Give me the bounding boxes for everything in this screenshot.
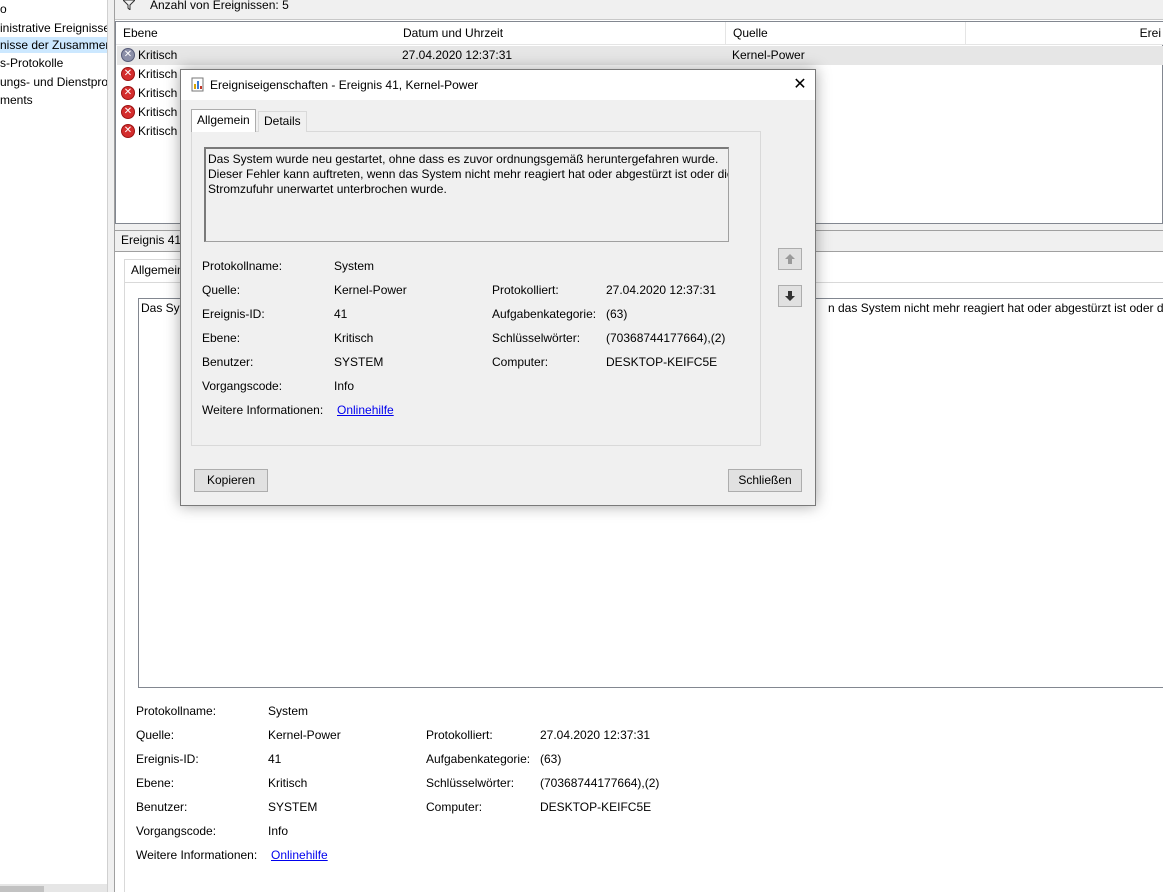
- column-header-event-id[interactable]: Erei: [966, 22, 1163, 45]
- keywords-value: (70368744177664),(2): [540, 776, 660, 790]
- previous-event-button[interactable]: [778, 248, 802, 270]
- computer-label: Computer:: [426, 800, 483, 814]
- tab-details[interactable]: Details: [258, 111, 307, 132]
- column-header-source[interactable]: Quelle: [726, 22, 966, 45]
- logged-label: Protokolliert:: [426, 728, 493, 742]
- navigation-tree: o inistrative Ereignisse nisse der Zusam…: [0, 0, 109, 892]
- pane-splitter[interactable]: [107, 0, 115, 892]
- user-value: SYSTEM: [334, 355, 384, 369]
- table-row[interactable]: ✕ Kritisch 27.04.2020 12:37:31 Kernel-Po…: [117, 46, 1163, 65]
- log-name-label: Protokollname:: [136, 704, 217, 718]
- tree-item-summary-events[interactable]: nisse der Zusammen: [0, 37, 109, 53]
- event-id-label: Ereignis-ID:: [136, 752, 199, 766]
- keywords-label: Schlüsselwörter:: [492, 331, 581, 345]
- online-help-link[interactable]: Onlinehilfe: [337, 402, 394, 418]
- error-circle-icon: ✕: [121, 67, 135, 81]
- source-label: Quelle:: [202, 283, 241, 297]
- tab-general[interactable]: Allgemein: [191, 109, 256, 132]
- dialog-title: Ereigniseigenschaften - Ereignis 41, Ker…: [210, 78, 479, 92]
- logged-label: Protokolliert:: [492, 283, 559, 297]
- more-info-label: Weitere Informationen:: [136, 848, 258, 862]
- close-button[interactable]: Schließen: [728, 469, 802, 492]
- row-level: Kritisch: [138, 124, 178, 138]
- opcode-label: Vorgangscode:: [202, 379, 283, 393]
- event-id-label: Ereignis-ID:: [202, 307, 265, 321]
- logged-value: 27.04.2020 12:37:31: [540, 728, 651, 742]
- logged-value: 27.04.2020 12:37:31: [606, 283, 717, 297]
- error-circle-icon: ✕: [121, 124, 135, 138]
- log-name-label: Protokollname:: [202, 259, 283, 273]
- opcode-value: Info: [334, 379, 355, 393]
- row-level: Kritisch: [138, 67, 178, 81]
- online-help-link[interactable]: Onlinehilfe: [271, 847, 328, 863]
- task-category-value: (63): [606, 307, 628, 321]
- row-level: Kritisch: [138, 86, 178, 100]
- error-circle-icon: ✕: [121, 105, 135, 119]
- log-name-value: System: [334, 259, 375, 273]
- source-value: Kernel-Power: [268, 728, 341, 742]
- level-label: Ebene:: [136, 776, 175, 790]
- description-line: Dieser Fehler kann auftreten, wenn das S…: [208, 167, 729, 181]
- row-level: Kritisch: [138, 48, 178, 62]
- description-line: Das System wurde neu gestartet, ohne das…: [208, 152, 719, 166]
- tree-item[interactable]: o: [0, 1, 7, 17]
- source-label: Quelle:: [136, 728, 175, 742]
- column-header-level[interactable]: Ebene: [116, 22, 397, 45]
- opcode-value: Info: [268, 824, 289, 838]
- level-value: Kritisch: [268, 776, 308, 790]
- column-header-datetime[interactable]: Datum und Uhrzeit: [396, 22, 726, 45]
- more-info-label: Weitere Informationen:: [202, 403, 324, 417]
- tree-item-documents[interactable]: ments: [0, 92, 33, 108]
- computer-value: DESKTOP-KEIFC5E: [540, 800, 652, 814]
- filter-icon: [123, 0, 135, 10]
- user-value: SYSTEM: [268, 800, 318, 814]
- event-count: Anzahl von Ereignissen: 5: [150, 0, 289, 12]
- row-datetime: 27.04.2020 12:37:31: [402, 48, 513, 62]
- event-id-value: 41: [268, 752, 282, 766]
- task-category-value: (63): [540, 752, 562, 766]
- detail-title: Ereignis 41,: [121, 233, 185, 247]
- keywords-label: Schlüsselwörter:: [426, 776, 515, 790]
- log-name-value: System: [268, 704, 309, 718]
- task-category-label: Aufgabenkategorie:: [492, 307, 597, 321]
- keywords-value: (70368744177664),(2): [606, 331, 726, 345]
- tab-general-bottom[interactable]: Allgemein: [124, 259, 184, 282]
- task-category-label: Aufgabenkategorie:: [426, 752, 531, 766]
- event-description-box[interactable]: Das System wurde neu gestartet, ohne das…: [204, 147, 729, 242]
- row-level: Kritisch: [138, 105, 178, 119]
- level-value: Kritisch: [334, 331, 374, 345]
- event-properties-icon: [191, 77, 204, 92]
- user-label: Benutzer:: [202, 355, 254, 369]
- description-line: Stromzufuhr unerwartet unterbrochen wurd…: [208, 182, 447, 196]
- copy-button[interactable]: Kopieren: [194, 469, 268, 492]
- detail-description-start: Das Sys: [141, 301, 186, 315]
- tree-item-admin-events[interactable]: inistrative Ereignisse: [0, 20, 109, 36]
- row-source: Kernel-Power: [732, 48, 805, 62]
- arrow-down-icon: [785, 291, 795, 301]
- next-event-button[interactable]: [778, 285, 802, 307]
- event-id-value: 41: [334, 307, 348, 321]
- close-icon[interactable]: ✕: [784, 72, 816, 98]
- tree-scrollbar-thumb[interactable]: [0, 886, 44, 892]
- computer-label: Computer:: [492, 355, 549, 369]
- computer-value: DESKTOP-KEIFC5E: [606, 355, 718, 369]
- level-label: Ebene:: [202, 331, 241, 345]
- opcode-label: Vorgangscode:: [136, 824, 217, 838]
- error-circle-icon: ✕: [121, 86, 135, 100]
- column-header-event-id-label: Erei: [1139, 26, 1161, 40]
- source-value: Kernel-Power: [334, 283, 407, 297]
- arrow-up-icon: [785, 254, 795, 264]
- tree-item-logs[interactable]: s-Protokolle: [0, 55, 63, 71]
- tree-item-app-service-logs[interactable]: ungs- und Dienstpro: [0, 74, 108, 90]
- user-label: Benutzer:: [136, 800, 188, 814]
- detail-description-end: n das System nicht mehr reagiert hat ode…: [828, 301, 1163, 315]
- error-circle-icon: ✕: [121, 48, 135, 62]
